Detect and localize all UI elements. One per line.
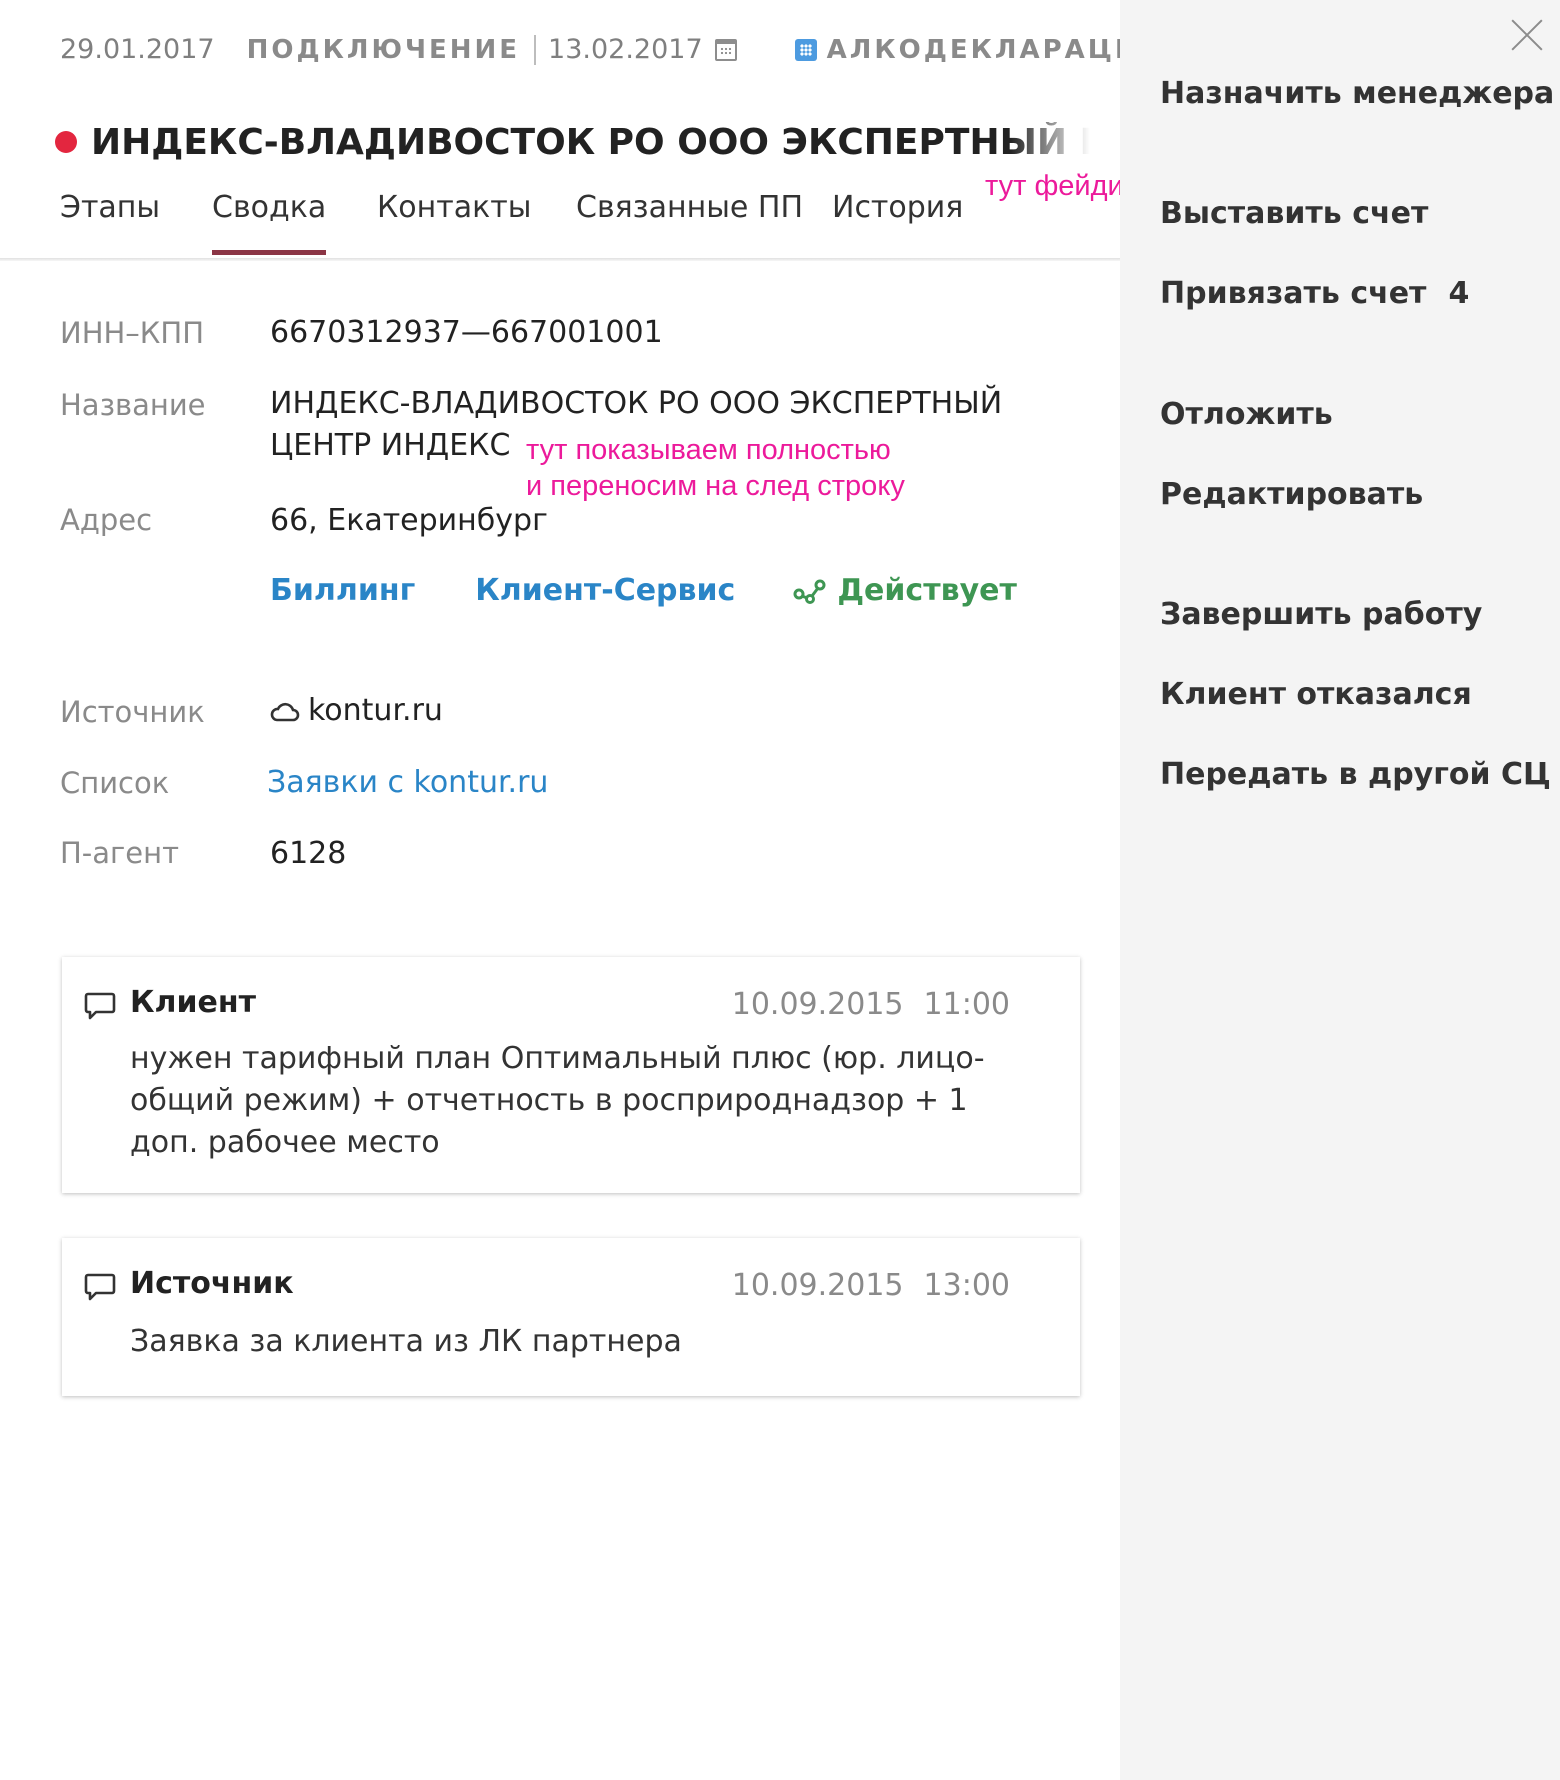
page-title: ИНДЕКС-ВЛАДИВОСТОК РО ООО ЭКСПЕРТНЫЙ ЦЕН… (91, 121, 1090, 163)
invoice-count-badge: 4 (1448, 276, 1470, 311)
tab-history[interactable]: История (832, 190, 963, 225)
tab-stages[interactable]: Этапы (60, 190, 160, 225)
address-label: Адрес (60, 503, 153, 537)
comment-icon (84, 1273, 116, 1301)
comment-date: 10.09.2015 (731, 1268, 904, 1303)
status-dot (55, 131, 77, 153)
inn-label: ИНН–КПП (60, 316, 205, 350)
assign-manager-button[interactable]: Назначить менеджера (1160, 76, 1554, 111)
divider (534, 34, 537, 65)
title-row: ИНДЕКС-ВЛАДИВОСТОК РО ООО ЭКСПЕРТНЫЙ ЦЕН… (55, 117, 1090, 167)
comment-card: Источник 10.09.2015 13:00 Заявка за клиен… (62, 1238, 1080, 1396)
tab-divider (0, 258, 1120, 261)
comment-timestamp: 10.09.2015 11:00 (732, 987, 1010, 1022)
agent-label: П-агент (60, 836, 179, 870)
due-date[interactable]: 13.02.2017 (548, 34, 703, 65)
comment-author: Клиент (130, 985, 256, 1020)
grape-icon (794, 38, 817, 61)
card-panel: 29.01.2017 ПОДКЛЮЧЕНИЕ 13.02.2017 АЛКОДЕ… (0, 0, 1160, 1780)
status-active[interactable]: Действует (793, 573, 1017, 608)
comment-author: Источник (130, 1266, 294, 1301)
tab-contacts[interactable]: Контакты (377, 190, 531, 225)
product-badge: АЛКОДЕКЛАРАЦИЯ (794, 34, 1163, 65)
annotation-name-note-line1: тут показываем полностью (526, 434, 891, 466)
list-label: Список (60, 766, 170, 800)
actions-sidebar (1120, 0, 1560, 1780)
list-link[interactable]: Заявки с kontur.ru (267, 765, 548, 800)
agent-value: 6128 (270, 836, 347, 871)
address-value: 66, Екатеринбург (270, 503, 548, 538)
inn-value: 6670312937—667001001 (270, 315, 663, 350)
name-label: Название (60, 388, 206, 422)
comment-timestamp: 10.09.2015 13:00 (732, 1268, 1010, 1303)
tab-related-pp[interactable]: Связанные ПП (576, 190, 803, 225)
cloud-icon (270, 702, 300, 721)
client-refused-button[interactable]: Клиент отказался (1160, 677, 1472, 712)
close-icon[interactable] (1510, 18, 1544, 52)
comment-card: Клиент 10.09.2015 11:00 нужен тарифный пл… (62, 957, 1080, 1193)
finish-work-button[interactable]: Завершить работу (1160, 597, 1482, 632)
annotation-name-note-line2: и переносим на след строку (526, 470, 905, 502)
client-service-link[interactable]: Клиент-Сервис (475, 573, 735, 608)
source-value-wrap: kontur.ru (270, 693, 443, 728)
postpone-button[interactable]: Отложить (1160, 397, 1333, 432)
annotation-name-note: тут показываем полностью и переносим на … (526, 432, 905, 504)
issue-invoice-button[interactable]: Выставить счет (1160, 196, 1428, 231)
start-date: 29.01.2017 (60, 34, 215, 65)
status-label: Действует (837, 573, 1017, 608)
calendar-icon[interactable] (714, 38, 737, 61)
comment-date: 10.09.2015 (731, 987, 904, 1022)
transfer-button[interactable]: Передать в другой СЦ (1160, 757, 1551, 792)
link-invoice-button[interactable]: Привязать счет 4 (1160, 276, 1469, 311)
tab-bar: Этапы Сводка Контакты Связанные ПП Истор… (60, 190, 1120, 260)
header-meta: 29.01.2017 ПОДКЛЮЧЕНИЕ 13.02.2017 АЛКОДЕ… (60, 34, 1163, 65)
comment-text: Заявка за клиента из ЛК партнера (130, 1324, 682, 1359)
source-value: kontur.ru (308, 693, 443, 728)
links-row: Биллинг Клиент-Сервис Действует (270, 573, 1017, 608)
tab-summary[interactable]: Сводка (212, 190, 327, 255)
comment-text: нужен тарифный план Оптимальный плюс (юр… (130, 1041, 985, 1160)
comment-time: 13:00 (923, 1268, 1010, 1303)
stage-label: ПОДКЛЮЧЕНИЕ (246, 34, 521, 65)
edit-button[interactable]: Редактировать (1160, 477, 1423, 512)
billing-link[interactable]: Биллинг (270, 573, 415, 608)
comment-icon (84, 992, 116, 1020)
link-invoice-label: Привязать счет (1160, 276, 1427, 311)
comment-time: 11:00 (923, 987, 1010, 1022)
share-nodes-icon (793, 579, 826, 604)
source-label: Источник (60, 695, 205, 729)
product-label: АЛКОДЕКЛАРАЦИЯ (826, 34, 1163, 65)
